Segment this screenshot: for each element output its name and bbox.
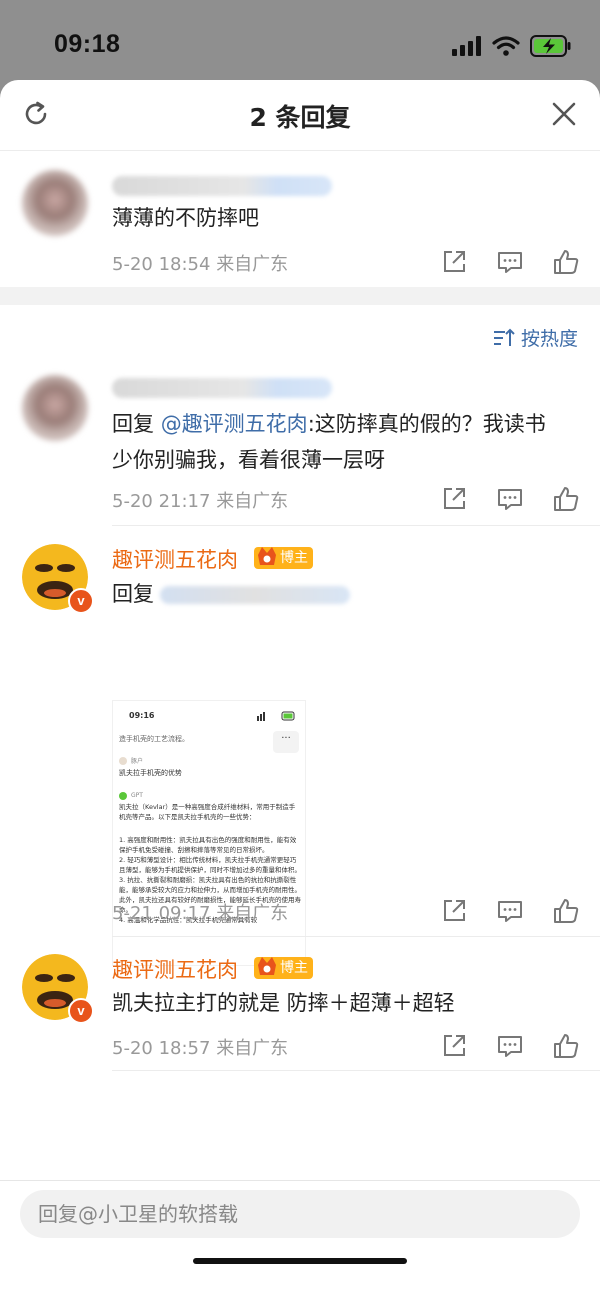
reply-actions (440, 1032, 580, 1060)
blurred-username (112, 176, 332, 196)
reply-text-line-2: 少你别骗我，看着很薄一层呀 (112, 448, 385, 472)
comment-text: 薄薄的不防摔吧 (112, 206, 259, 230)
reply-text: 回复 (112, 576, 154, 612)
signal-icon (452, 36, 481, 56)
home-indicator[interactable] (193, 1258, 407, 1264)
avatar[interactable] (22, 170, 88, 236)
username[interactable]: 趣评测五花肉 (112, 954, 238, 984)
reply-meta: 5-20 18:57 来自广东 (112, 1034, 288, 1060)
reply-prefix: 回复 (112, 582, 154, 606)
sort-by-hot-button[interactable]: 按热度 (493, 324, 578, 351)
avatar[interactable] (22, 375, 88, 441)
blurred-mention (160, 586, 350, 604)
image-intro: 凯夫拉（Kevlar）是一种高强度合成纤维材料，常用于制造手机壳等产品。以下是凯… (119, 803, 296, 821)
reply-text: 凯夫拉主打的就是 防摔＋超薄＋超轻 (112, 991, 455, 1015)
sort-label: 按热度 (520, 328, 578, 350)
image-status-icons (257, 711, 295, 721)
section-separator (0, 287, 600, 305)
share-icon[interactable] (440, 897, 468, 925)
comment-date: 5-20 18:54 (112, 254, 211, 275)
comment-actions (440, 248, 580, 276)
reply-image[interactable]: 09:16 ··· 造手机壳的工艺流程。 豚户 凯夫拉手机壳的优势 GPT 凯夫… (112, 700, 306, 966)
verified-badge-icon: v (68, 588, 94, 614)
blogger-badge-label: 博主 (280, 960, 308, 976)
crown-icon (258, 957, 276, 975)
image-point: 1. 高强度和耐用性：凯夫拉具有出色的强度和耐用性，能有效保护手机免受碰撞、刮擦… (119, 836, 297, 854)
comment-icon[interactable] (496, 248, 524, 276)
share-icon[interactable] (440, 485, 468, 513)
reply-date: 5-20 21:17 (112, 491, 211, 512)
reply-text: 回复 @趣评测五花肉:这防摔真的假的？我读书 少你别骗我，看着很薄一层呀 (112, 406, 582, 478)
image-gpt-label: GPT (131, 792, 143, 799)
sheet-header: 2 条回复 (0, 80, 600, 151)
reply-actions (440, 897, 580, 925)
reply-source: 来自广东 (216, 491, 289, 512)
divider (112, 1070, 600, 1071)
reply-text-line-1: :这防摔真的假的？我读书 (307, 412, 546, 436)
like-icon[interactable] (552, 897, 580, 925)
reply-source: 来自广东 (216, 1038, 289, 1059)
image-point: 2. 轻巧和薄型设计：相比传统材料，凯夫拉手机壳通常更轻巧且薄型，能够为手机提供… (119, 856, 301, 874)
comment-icon[interactable] (496, 485, 524, 513)
like-icon[interactable] (552, 485, 580, 513)
status-bar: 09:18 (0, 0, 600, 90)
reply-meta: 5-21 09:17 来自广东 (112, 899, 288, 925)
username[interactable]: 趣评测五花肉 (112, 544, 238, 574)
share-icon[interactable] (440, 248, 468, 276)
sort-icon (493, 328, 515, 346)
reply-meta: 5-20 21:17 来自广东 (112, 487, 288, 513)
crown-icon (258, 547, 276, 565)
wifi-icon (492, 36, 520, 56)
comment-icon[interactable] (496, 897, 524, 925)
reply-source: 来自广东 (216, 903, 289, 924)
like-icon[interactable] (552, 248, 580, 276)
comment-meta: 5-20 18:54 来自广东 (112, 250, 288, 276)
mention-link[interactable]: @趣评测五花肉 (161, 412, 308, 436)
image-top-text: 造手机壳的工艺流程。 (119, 735, 189, 743)
reply-date: 5-20 18:57 (112, 1038, 211, 1059)
sheet-title: 2 条回复 (249, 103, 351, 132)
like-icon[interactable] (552, 1032, 580, 1060)
user-avatar-icon (119, 757, 127, 765)
divider (112, 936, 600, 937)
image-question: 凯夫拉手机壳的优势 (119, 769, 182, 777)
reply-actions (440, 485, 580, 513)
share-icon[interactable] (440, 1032, 468, 1060)
battery-charging-icon (530, 35, 571, 57)
more-icon: ··· (273, 731, 299, 753)
replies-sheet: 2 条回复 薄薄的不防摔吧 5-20 18:54 来自广东 按热度 回复 @趣评… (0, 80, 600, 1298)
status-time: 09:18 (54, 30, 121, 58)
gpt-avatar-icon (119, 792, 127, 800)
blurred-username (112, 378, 332, 398)
blogger-badge: 博主 (254, 957, 313, 979)
blogger-badge: 博主 (254, 547, 313, 569)
image-time: 09:16 (129, 711, 155, 720)
divider (112, 525, 600, 526)
comment-icon[interactable] (496, 1032, 524, 1060)
comment-source: 来自广东 (216, 254, 289, 275)
image-user-label: 豚户 (131, 758, 144, 765)
reply-input[interactable]: 回复@小卫星的软搭载 (20, 1190, 580, 1238)
reply-bar: 回复@小卫星的软搭载 (0, 1180, 600, 1298)
verified-badge-icon: v (68, 998, 94, 1024)
close-icon[interactable] (550, 100, 578, 128)
blogger-badge-label: 博主 (280, 550, 308, 566)
reply-date: 5-21 09:17 (112, 903, 211, 924)
reply-prefix: 回复 (112, 412, 154, 436)
